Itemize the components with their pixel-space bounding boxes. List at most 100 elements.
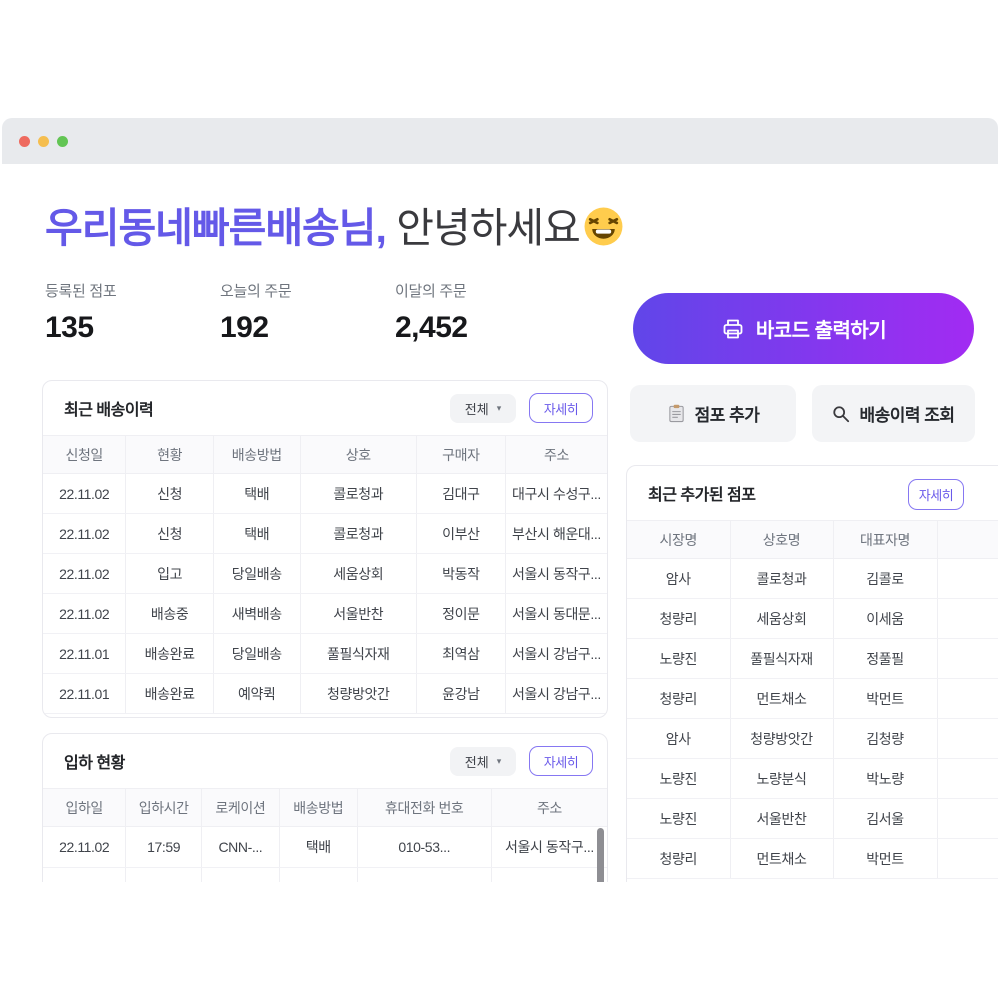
table-cell: 박노량 [832,758,937,799]
column-header: 대표자명 [832,520,937,559]
panel-header: 입하 현황 전체 ▾ 자세히 [43,734,607,788]
stats-row: 등록된 점포 135 오늘의 주문 192 이달의 주문 2,452 [45,280,570,345]
grinning-squinting-face-emoji [584,207,623,246]
add-store-button[interactable]: 점포 추가 [630,385,796,442]
table-row: 청량리세움상회이세움01 [627,598,998,639]
detail-button[interactable]: 자세히 [908,479,964,510]
delivery-history-search-button[interactable]: 배송이력 조회 [812,385,975,442]
table-row: 22.11.02 배송중 새벽배송 서울반찬 정이문 서울시 동대문... [43,593,607,634]
table-row: 22.11.01 배송완료 당일배송 풀필식자재 최역삼 서울시 강남구... [43,633,607,674]
table-cell: 서울시 동작구... [490,826,607,868]
maximize-window-button[interactable] [57,135,68,147]
table-row: 노량진서울반찬김서울01 [627,798,998,839]
table-cell: 대구시 수성구... [504,473,607,514]
table-cell: 17:59 [125,826,202,868]
filter-dropdown[interactable]: 전체 ▾ [450,746,516,776]
table-row: 암사청량방앗간김청량01 [627,718,998,759]
table-cell [200,867,280,882]
stat-today-orders: 오늘의 주문 192 [220,280,395,345]
table-cell: 서울시 강남구... [504,673,607,714]
table-cell: 청량방앗간 [729,718,833,759]
table-cell: 01 [936,718,998,759]
stat-label: 오늘의 주문 [220,283,292,300]
table-cell: 22.11.02 [43,826,126,868]
column-header: 배송방법 [212,435,301,474]
table-cell: 22.11.01 [43,633,126,674]
table-cell: 노량분식 [729,758,833,799]
table-cell: 청량방앗간 [299,673,417,714]
panel-recent-stores: 최근 추가된 점포 자세히 시장명상호명대표자명휴암사콜로청과김콜로01청량리세… [626,465,998,882]
table-cell: 당일배송 [212,553,301,594]
detail-button[interactable]: 자세히 [529,393,593,423]
table-cell: 이부산 [415,513,506,554]
recent-deliveries-table: 신청일 현황 배송방법 상호 구매자 주소 22.11.02 신청 택배 콜로청과 김대구 대구시 수… [43,435,607,714]
table-cell: 신청 [125,473,214,514]
column-header: 구매자 [415,435,506,474]
vertical-scrollbar-thumb[interactable] [597,828,604,882]
detail-button[interactable]: 자세히 [529,746,593,776]
table-cell: 01 [936,558,998,599]
column-header: 상호 [299,435,417,474]
table-cell: 택배 [278,826,358,868]
table-cell: 당일배송 [212,633,301,674]
column-header: 입하일 [43,788,126,827]
table-cell: 22.11.02 [43,553,126,594]
window-titlebar [2,118,998,164]
table-cell: 01 [936,638,998,679]
table-cell: 신청 [125,513,214,554]
table-cell: 택배 [212,513,301,554]
table-cell: 김서울 [832,798,937,839]
panel-header: 최근 추가된 점포 자세히 [627,466,998,520]
panel-title: 최근 배송이력 [64,402,154,419]
table-cell: 청량리 [627,678,730,719]
table-header-row: 시장명상호명대표자명휴 [627,520,998,559]
column-header: 현황 [125,435,214,474]
table-cell: 22.11.02 [43,513,126,554]
filter-selected-value: 전체 [464,754,489,770]
table-cell [356,867,492,882]
table-cell: 콜로청과 [729,558,833,599]
table-cell: 콜로청과 [299,513,417,554]
table-cell: 서울시 동작구... [504,553,607,594]
close-window-button[interactable] [19,135,30,147]
stat-value: 2,452 [395,311,468,344]
table-row: 22.11.01 배송완료 예약퀵 청량방앗간 윤강남 서울시 강남구... [43,673,607,714]
table-cell: 노량진 [627,758,730,799]
table-row: 22.11.02 신청 택배 콜로청과 이부산 부산시 해운대... [43,513,607,554]
table-cell: 22.11.01 [43,673,126,714]
table-cell [278,867,358,882]
filter-selected-value: 전체 [464,401,489,417]
clipboard-icon [668,404,684,423]
table-cell: 김콜로 [832,558,937,599]
table-row: 노량진풀필식자재정풀필01 [627,638,998,679]
table-row: 22.11.02 신청 택배 콜로청과 김대구 대구시 수성구... [43,473,607,514]
table-cell: 부산시 해운대... [504,513,607,554]
printer-icon [723,319,743,338]
table-cell: 01 [936,758,998,799]
table-cell: 노량진 [627,798,730,839]
panel-header: 최근 배송이력 전체 ▾ 자세히 [43,381,607,435]
table-cell: 최역삼 [415,633,506,674]
table-cell: 입고 [125,553,214,594]
stat-label: 등록된 점포 [45,283,117,300]
greeting-username: 우리동네빠른배송님, [45,205,387,251]
table-cell: 22.11.02 [43,473,126,514]
recent-stores-table: 시장명상호명대표자명휴암사콜로청과김콜로01청량리세움상회이세움01노량진풀필식… [627,520,998,879]
column-header: 휴 [936,520,998,559]
table-row [43,867,607,882]
table-cell [125,867,202,882]
barcode-print-button[interactable]: 바코드 출력하기 [633,293,974,364]
filter-dropdown[interactable]: 전체 ▾ [450,393,516,423]
table-row: 청량리먼트채소박먼트01 [627,838,998,879]
minimize-window-button[interactable] [38,135,49,147]
table-cell: 먼트채소 [729,838,833,879]
table-cell: 배송중 [125,593,214,634]
stat-value: 135 [45,311,94,344]
panel-title: 입하 현황 [64,755,125,772]
table-cell: 박먼트 [832,838,937,879]
column-header: 신청일 [43,435,126,474]
table-header-row: 입하일 입하시간 로케이션 배송방법 휴대전화 번호 주소 [43,788,607,827]
panel-title: 최근 추가된 점포 [648,487,756,504]
table-cell: 콜로청과 [299,473,417,514]
panel-incoming-status: 입하 현황 전체 ▾ 자세히 입하일 입하시간 로케이션 배송방법 휴대전화 번호 주소 2… [42,733,608,882]
